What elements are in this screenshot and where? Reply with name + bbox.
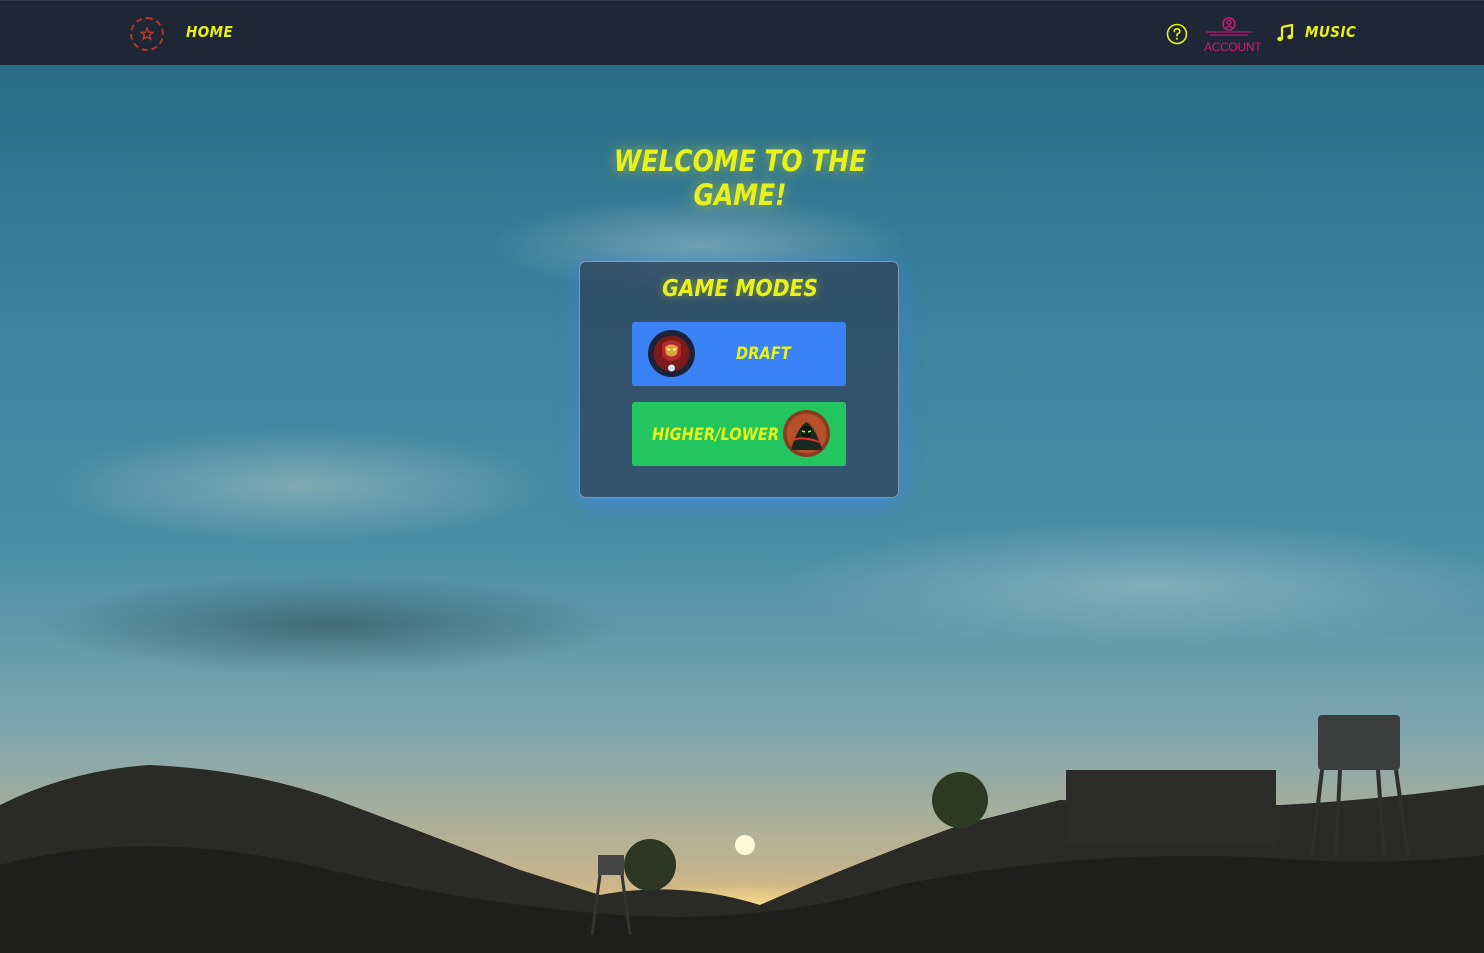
logo-icon[interactable] (130, 17, 164, 51)
water-tower-tank (1318, 715, 1400, 770)
music-link[interactable]: MUSIC (1305, 23, 1356, 41)
spawn-avatar (783, 410, 830, 457)
foreground-rocks (0, 846, 1484, 953)
welcome-title: WELCOME TO THE GAME! (613, 144, 867, 212)
account-button[interactable]: ACCOUNT (1204, 16, 1262, 54)
higher-lower-label: HIGHER/LOWER (652, 425, 780, 445)
help-icon[interactable] (1166, 23, 1188, 45)
game-modes-title: GAME MODES (662, 276, 818, 302)
small-tower (598, 855, 624, 875)
tree (624, 839, 676, 891)
account-icon (1206, 17, 1252, 36)
top-navbar: HOME ACCOUNT MUSIC (0, 0, 1484, 65)
higher-lower-mode-button[interactable]: HIGHER/LOWER (632, 402, 846, 466)
sun (735, 835, 755, 855)
home-link[interactable]: HOME (186, 23, 233, 41)
tree (932, 772, 988, 828)
game-modes-panel: GAME MODES DRAFT HIGHER/LOWER (579, 261, 899, 498)
iron-man-avatar (648, 330, 695, 377)
draft-mode-button[interactable]: DRAFT (632, 322, 846, 386)
draft-label: DRAFT (736, 344, 791, 364)
account-label: ACCOUNT (1204, 40, 1262, 54)
building (1066, 770, 1276, 845)
music-icon[interactable] (1277, 23, 1294, 42)
